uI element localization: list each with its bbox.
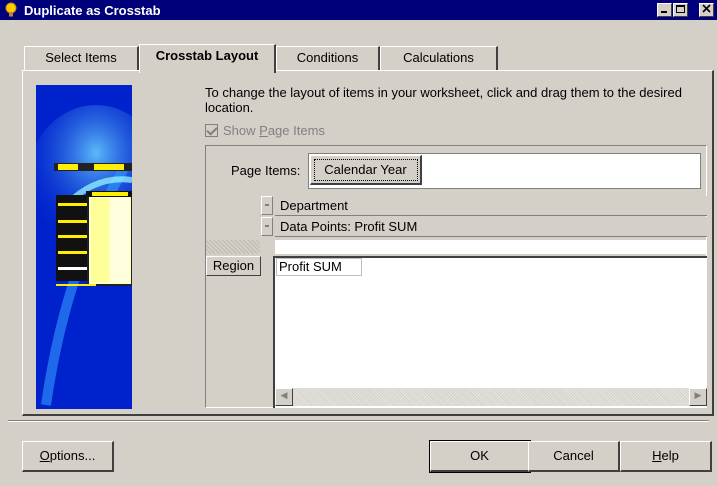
instruction-text: To change the layout of items in your wo… <box>205 85 682 115</box>
row-drop-zone[interactable] <box>206 240 260 254</box>
column-item-data-points[interactable]: Data Points: Profit SUM <box>275 217 707 237</box>
lightbulb-icon <box>5 2 17 17</box>
tab-select-items[interactable]: Select Items <box>24 46 139 70</box>
window-title: Duplicate as Crosstab <box>24 3 161 18</box>
show-page-items-checkbox[interactable]: Show Page Items <box>205 123 325 139</box>
close-button[interactable] <box>699 3 714 17</box>
tab-label: Conditions <box>296 50 359 65</box>
horizontal-scrollbar[interactable]: ◀ ▶ <box>275 388 707 406</box>
crosstab-wizard-illustration <box>36 85 132 409</box>
footer-separator <box>8 420 709 422</box>
help-hotkey: H <box>652 448 662 463</box>
ok-button[interactable]: OK <box>429 440 531 473</box>
tab-conditions[interactable]: Conditions <box>276 46 380 70</box>
tab-calculations[interactable]: Calculations <box>380 46 498 70</box>
column-item-handle[interactable] <box>261 196 273 215</box>
minimize-icon <box>661 11 667 13</box>
column-drop-zone[interactable] <box>275 240 707 254</box>
page-item-calendar-year[interactable]: Calendar Year <box>310 155 422 185</box>
data-area <box>273 256 707 408</box>
tab-crosstab-layout[interactable]: Crosstab Layout <box>139 44 276 73</box>
duplicate-as-crosstab-dialog: Duplicate as Crosstab Select Items Cross… <box>0 0 717 486</box>
close-icon <box>702 4 711 13</box>
ok-label: OK <box>470 448 489 463</box>
triangle-right-icon: ▶ <box>694 391 702 401</box>
maximize-button[interactable] <box>673 3 688 17</box>
show-page-items-prefix: Show <box>223 123 260 138</box>
show-page-items-suffix: age Items <box>267 123 325 138</box>
show-page-items-hotkey: P <box>259 123 268 138</box>
row-item-region[interactable]: Region <box>206 256 261 276</box>
minimize-button[interactable] <box>657 3 672 17</box>
column-item-department[interactable]: Department <box>275 196 707 216</box>
maximize-icon <box>676 5 685 13</box>
tab-label: Calculations <box>403 50 474 65</box>
checkbox-box[interactable] <box>205 124 218 137</box>
help-button[interactable]: Help <box>620 441 712 472</box>
scroll-right-button[interactable]: ▶ <box>689 388 707 406</box>
title-bar[interactable]: Duplicate as Crosstab <box>0 0 717 20</box>
tab-label: Select Items <box>45 50 117 65</box>
options-button[interactable]: Options... <box>22 441 114 472</box>
page-items-label: Page Items: <box>231 163 301 178</box>
column-item-handle[interactable] <box>261 217 273 236</box>
grid-corner <box>206 196 260 236</box>
cancel-label: Cancel <box>553 448 594 463</box>
scroll-left-button[interactable]: ◀ <box>275 388 293 406</box>
tab-label: Crosstab Layout <box>155 48 259 63</box>
options-hotkey: O <box>39 448 50 463</box>
options-label-rest: ptions... <box>49 448 96 463</box>
triangle-left-icon: ◀ <box>280 391 288 401</box>
help-label-rest: elp <box>661 448 679 463</box>
data-cell-profit-sum: Profit SUM <box>276 258 362 276</box>
cancel-button[interactable]: Cancel <box>528 441 620 472</box>
scroll-track[interactable] <box>293 388 689 406</box>
